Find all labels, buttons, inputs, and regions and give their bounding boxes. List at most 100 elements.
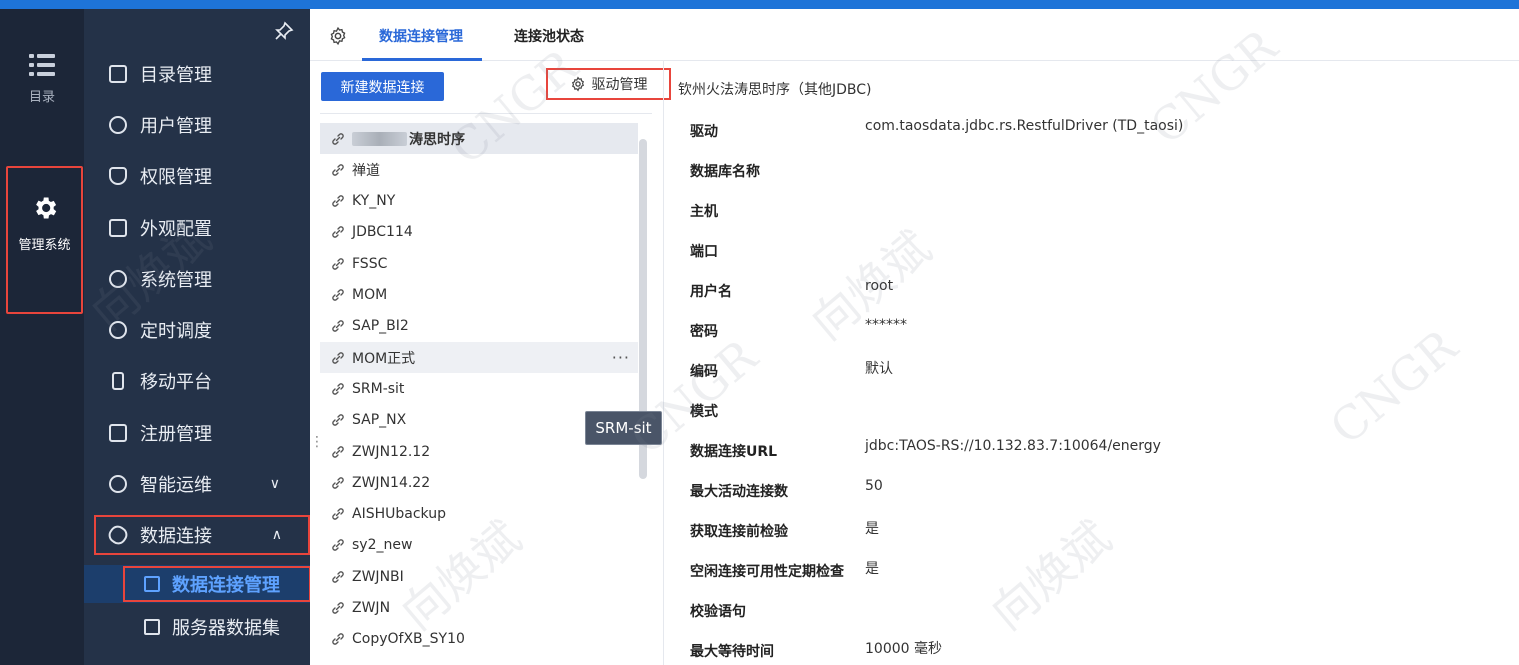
connection-list-item[interactable]: ZWJN14.22 [320, 467, 638, 498]
connection-list-item[interactable]: MOM正式 ··· [320, 342, 638, 374]
sidebar-item-appearance[interactable]: 外观配置 [84, 208, 310, 248]
rail-admin-system[interactable]: 管理系统 [6, 166, 83, 314]
connection-list-item[interactable]: 涛思时序 [320, 123, 638, 154]
detail-key: 端口 [690, 244, 718, 260]
link-icon [332, 508, 344, 520]
connection-name: MOM正式 [352, 350, 416, 367]
gear-icon [35, 197, 56, 219]
connection-name: JDBC114 [352, 224, 413, 241]
connection-name: sy2_new [352, 537, 413, 554]
connection-name: SRM-sit [352, 380, 405, 397]
connection-list-item[interactable]: CopyOfXB_SY10 [320, 624, 638, 655]
link-icon [332, 289, 344, 301]
pin-icon[interactable] [274, 21, 294, 41]
phone-icon [112, 372, 124, 390]
more-options-icon[interactable]: ··· [612, 348, 630, 367]
list-icon [109, 65, 127, 83]
connection-list-item[interactable]: JDBC114 [320, 217, 638, 248]
sidebar-item-catalog[interactable]: 目录管理 [84, 54, 310, 94]
rail-catalog[interactable]: 目录 [0, 54, 84, 105]
link-icon [332, 570, 344, 583]
paint-roller-icon [109, 219, 127, 237]
sidebar-item-ops[interactable]: 智能运维 ∨ [84, 464, 310, 504]
connection-list-item[interactable]: ZWJN [320, 593, 638, 624]
list-divider [320, 113, 652, 114]
sidebar-item-label: 智能运维 [140, 475, 212, 496]
detail-key: 数据连接URL [690, 444, 778, 460]
ops-icon [109, 475, 127, 493]
connection-list: 涛思时序禅道 KY_NY JDBC114 FSSC MOM SAP_BI2 MOM正式 ···… [320, 123, 648, 665]
connection-list-item[interactable]: MOM [320, 280, 638, 311]
driver-manage-label: 驱动管理 [591, 77, 648, 93]
server-dataset-icon [144, 619, 160, 635]
link-icon [332, 602, 344, 614]
sidebar-item-mobile[interactable]: 移动平台 [84, 361, 310, 401]
sidebar-nav: 目录管理 用户管理 权限管理 外观配置 系统管理 定时调度 移动平台 注册管理 … [84, 9, 311, 665]
detail-key: 最大等待时间 [690, 644, 774, 660]
detail-value: root [865, 278, 894, 294]
sidebar-subitem-server-dataset[interactable]: 服务器数据集 [84, 608, 310, 646]
detail-value: 50 [865, 478, 883, 494]
connection-name: ZWJN14.22 [352, 474, 431, 491]
connection-list-item[interactable]: sy2_new [320, 530, 638, 561]
sidebar-item-scheduling[interactable]: 定时调度 [84, 310, 310, 350]
link-icon [332, 633, 344, 646]
sidebar-item-label: 权限管理 [140, 167, 212, 188]
connection-list-item[interactable]: SRM-sit [320, 373, 638, 404]
driver-manage-button[interactable]: 驱动管理 [546, 68, 671, 100]
link-icon [332, 477, 344, 489]
sidebar-item-label: 数据连接 [140, 526, 212, 547]
connection-name: ZWJNBI [352, 568, 404, 585]
connection-list-item[interactable]: KY_NY [320, 186, 638, 217]
rail-admin-label: 管理系统 [18, 238, 71, 253]
sidebar-item-label: 用户管理 [140, 116, 212, 137]
connection-list-item[interactable]: 禅道 [320, 154, 638, 185]
connection-list-item[interactable]: SAP_BI2 [320, 311, 638, 342]
settings-gear-icon[interactable] [328, 26, 348, 46]
connection-name: KY_NY [352, 193, 396, 210]
detail-key: 用户名 [690, 284, 732, 300]
new-connection-button[interactable]: 新建数据连接 [321, 72, 444, 101]
tab-pool-status[interactable]: 连接池状态 [514, 26, 584, 46]
detail-key: 最大活动连接数 [690, 484, 788, 500]
link-icon [332, 195, 344, 207]
connection-name: 禅道 [352, 162, 380, 179]
connection-name: FSSC [352, 255, 388, 272]
sidebar-item-data-connection[interactable]: 数据连接 ∧ [94, 515, 310, 555]
user-icon [109, 116, 127, 134]
tab-data-connection-manage[interactable]: 数据连接管理 [379, 26, 463, 46]
sidebar-item-label: 注册管理 [140, 424, 212, 445]
register-icon [109, 424, 127, 442]
connection-name: 涛思时序 [409, 131, 465, 148]
sidebar-item-label: 系统管理 [140, 270, 212, 291]
current-connection-title: 钦州火法涛思时序（其他JDBC) [678, 82, 872, 98]
link-icon [332, 226, 344, 239]
connection-list-item[interactable]: ZWJNBI [320, 561, 638, 592]
sidebar-item-permissions[interactable]: 权限管理 [84, 156, 310, 196]
detail-key: 编码 [690, 364, 718, 380]
sidebar-item-users[interactable]: 用户管理 [84, 105, 310, 145]
connection-list-item[interactable]: AISHUbackup [320, 499, 638, 530]
detail-key: 主机 [690, 204, 718, 220]
timer-icon [109, 321, 127, 339]
icon-rail: 目录 管理系统 [0, 9, 84, 665]
highlight-box [123, 566, 311, 602]
pane-splitter[interactable] [663, 61, 664, 665]
link-icon [332, 539, 344, 552]
sidebar-item-registration[interactable]: 注册管理 [84, 413, 310, 453]
connection-list-item[interactable]: FSSC [320, 248, 638, 279]
tooltip: SRM-sit [585, 411, 662, 445]
link-icon [332, 351, 344, 364]
shield-icon [109, 167, 127, 185]
detail-key: 密码 [690, 324, 718, 340]
sidebar-item-system[interactable]: 系统管理 [84, 259, 310, 299]
drag-handle-icon[interactable]: ⋮ [310, 434, 324, 450]
detail-value: ****** [865, 317, 907, 333]
gear-icon [571, 76, 584, 92]
rail-catalog-label: 目录 [28, 90, 55, 105]
detail-key: 模式 [690, 404, 718, 420]
gear-icon [109, 270, 127, 288]
detail-key: 驱动 [690, 124, 718, 140]
link-icon [332, 132, 344, 145]
detail-value: 是 [865, 561, 879, 577]
